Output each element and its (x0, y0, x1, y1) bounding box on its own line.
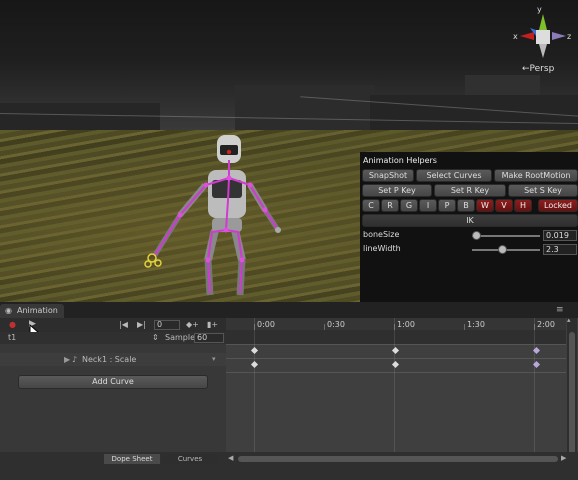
tab-dope-sheet[interactable]: Dope Sheet (104, 454, 160, 464)
property-label: Neck1 : Scale (82, 355, 137, 364)
time-ruler[interactable] (226, 318, 566, 330)
select-curves-button[interactable]: Select Curves (416, 169, 492, 182)
tab-label: Animation (17, 306, 58, 315)
prev-keyframe-icon[interactable]: |◀ (119, 320, 128, 329)
time-label: 1:00 (397, 320, 415, 329)
bonesize-slider-thumb[interactable] (472, 231, 481, 240)
animation-window: ◉ Animation ≡ ● ▶ |◀ ▶| 0 ◆+ ▮+ t1 ⇕ Sam… (0, 302, 578, 480)
gizmo-x-label: x (513, 32, 518, 41)
toggle-i-button[interactable]: I (419, 199, 437, 212)
toggle-p-button[interactable]: P (438, 199, 456, 212)
time-label: 0:30 (327, 320, 345, 329)
tab-animation[interactable]: ◉ Animation (0, 304, 64, 318)
time-label: 0:00 (257, 320, 275, 329)
clip-selector[interactable]: t1 (8, 333, 16, 342)
snapshot-button[interactable]: SnapShot (362, 169, 414, 182)
set-r-key-button[interactable]: Set R Key (434, 184, 506, 197)
transform-icon: ♪ (72, 355, 78, 364)
divider (226, 358, 566, 359)
add-curve-button[interactable]: Add Curve (18, 375, 208, 389)
bonesize-label: boneSize (363, 230, 400, 239)
add-keyframe-icon[interactable]: ◆+ (186, 320, 199, 329)
divider (226, 344, 566, 345)
record-icon[interactable]: ● (9, 320, 16, 329)
locked-toggle-button[interactable]: Locked (538, 199, 578, 212)
time-field[interactable]: 0 (154, 320, 180, 330)
grid-line (534, 318, 535, 468)
scene-wall (0, 103, 160, 133)
tab-bar (0, 302, 578, 318)
sample-field[interactable]: 60 (194, 333, 224, 343)
toggle-w-button[interactable]: W (476, 199, 494, 212)
linewidth-field[interactable]: 2.3 (543, 244, 577, 255)
time-label: 2:00 (537, 320, 555, 329)
dopesheet-timeline[interactable]: 0:00 0:30 1:00 1:30 2:00 ▴ (226, 316, 578, 468)
robot-character[interactable] (140, 130, 290, 302)
scene-view[interactable]: y x z ←Persp Animation Helpers SnapShot … (0, 0, 578, 302)
tab-curves[interactable]: Curves (162, 454, 218, 464)
toggle-b-button[interactable]: B (457, 199, 475, 212)
divider (226, 372, 566, 373)
scroll-up-icon[interactable]: ▴ (567, 316, 571, 324)
gizmo-y-label: y (537, 5, 542, 14)
make-rootmotion-button[interactable]: Make RootMotion (494, 169, 578, 182)
grid-line (394, 318, 395, 468)
toggle-c-button[interactable]: C (362, 199, 380, 212)
animation-helpers-panel: Animation Helpers SnapShot Select Curves… (360, 152, 578, 302)
clip-dropdown-arrow-icon[interactable]: ⇕ (152, 333, 159, 342)
perspective-toggle[interactable]: ←Persp (522, 64, 554, 74)
horizontal-scrollbar[interactable] (238, 456, 558, 462)
panel-title: Animation Helpers (363, 156, 437, 165)
property-options-icon[interactable]: ▾ (212, 355, 216, 363)
grid-line (254, 318, 255, 468)
toggle-g-button[interactable]: G (400, 199, 418, 212)
scene-wall (235, 85, 375, 130)
add-event-icon[interactable]: ▮+ (207, 320, 218, 329)
toggle-r-button[interactable]: R (381, 199, 399, 212)
ik-button[interactable]: IK (362, 214, 578, 227)
window-menu-icon[interactable]: ≡ (556, 305, 564, 315)
next-keyframe-icon[interactable]: ▶| (137, 320, 146, 329)
expand-arrow-icon[interactable]: ▶ (64, 355, 70, 364)
scroll-right-icon[interactable]: ▶ (561, 454, 566, 462)
event-row[interactable] (226, 330, 566, 344)
gizmo-z-label: z (567, 32, 572, 41)
toggle-h-button[interactable]: H (514, 199, 532, 212)
scrollbar-thumb[interactable] (569, 332, 575, 462)
set-p-key-button[interactable]: Set P Key (362, 184, 432, 197)
toggle-v-button[interactable]: V (495, 199, 513, 212)
linewidth-label: lineWidth (363, 244, 401, 253)
bonesize-slider[interactable] (472, 235, 540, 237)
linewidth-slider-thumb[interactable] (498, 245, 507, 254)
bonesize-field[interactable]: 0.019 (543, 230, 577, 241)
time-label: 1:30 (467, 320, 485, 329)
set-s-key-button[interactable]: Set S Key (508, 184, 578, 197)
animation-window-icon: ◉ (5, 306, 12, 315)
scroll-left-icon[interactable]: ◀ (228, 454, 233, 462)
property-row[interactable]: ▶ ♪ Neck1 : Scale ▾ (0, 353, 226, 366)
sample-label: Sample (165, 333, 195, 342)
